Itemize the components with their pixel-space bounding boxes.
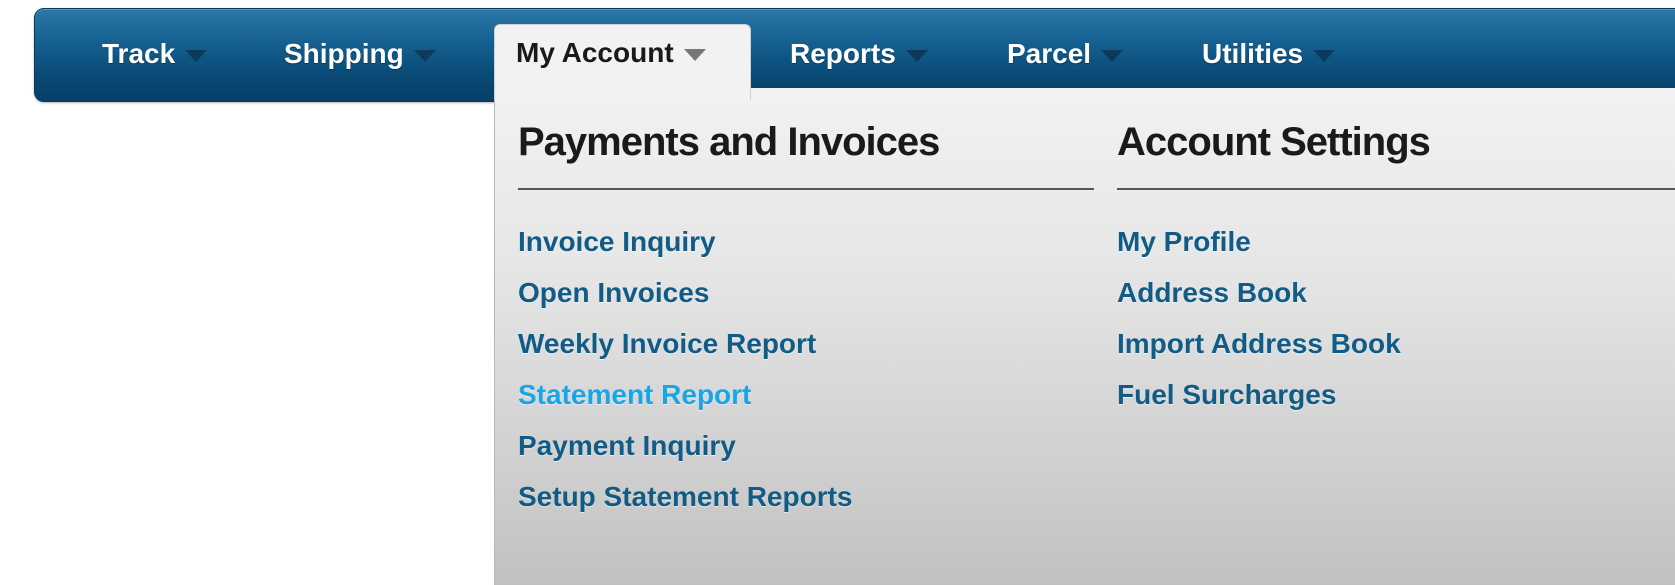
- column-heading: Payments and Invoices: [518, 120, 940, 164]
- column-divider: [1117, 188, 1675, 190]
- nav-item-utilities[interactable]: Utilities: [1202, 8, 1336, 100]
- list-item: Address Book: [1117, 275, 1675, 326]
- open-invoices-link[interactable]: Open Invoices: [518, 277, 709, 308]
- nav-item-label: Parcel: [1007, 38, 1092, 69]
- caret-down-icon: [1101, 50, 1124, 62]
- column-divider: [518, 188, 1094, 190]
- my-account-dropdown-menu: Payments and Invoices Invoice Inquiry Op…: [494, 88, 1675, 585]
- address-book-link[interactable]: Address Book: [1117, 277, 1307, 308]
- caret-down-icon: [413, 50, 436, 62]
- list-item: Fuel Surcharges: [1117, 377, 1675, 428]
- page: Track Shipping My Account Reports Parcel…: [0, 0, 1675, 585]
- invoice-inquiry-link[interactable]: Invoice Inquiry: [518, 226, 716, 257]
- nav-item-label: Track: [102, 38, 176, 69]
- setup-statement-reports-link[interactable]: Setup Statement Reports: [518, 481, 853, 512]
- list-item: Import Address Book: [1117, 326, 1675, 377]
- nav-item-label: Reports: [790, 38, 896, 69]
- my-profile-link[interactable]: My Profile: [1117, 226, 1251, 257]
- list-item: Setup Statement Reports: [518, 479, 1094, 530]
- import-address-book-link[interactable]: Import Address Book: [1117, 328, 1401, 359]
- caret-down-icon: [905, 50, 928, 62]
- caret-down-icon: [185, 50, 208, 62]
- payment-inquiry-link[interactable]: Payment Inquiry: [518, 430, 736, 461]
- list-item: Open Invoices: [518, 275, 1094, 326]
- weekly-invoice-report-link[interactable]: Weekly Invoice Report: [518, 328, 816, 359]
- nav-item-label: My Account: [516, 37, 674, 68]
- list-item: Payment Inquiry: [518, 428, 1094, 479]
- caret-down-icon: [1313, 50, 1336, 62]
- payments-invoices-links: Invoice Inquiry Open Invoices Weekly Inv…: [518, 224, 1094, 530]
- list-item: Weekly Invoice Report: [518, 326, 1094, 377]
- nav-item-label: Shipping: [284, 38, 404, 69]
- list-item: Invoice Inquiry: [518, 224, 1094, 275]
- account-settings-links: My Profile Address Book Import Address B…: [1117, 224, 1675, 428]
- payments-invoices-column: Payments and Invoices Invoice Inquiry Op…: [518, 118, 1094, 530]
- nav-item-label: Utilities: [1202, 38, 1304, 69]
- statement-report-link[interactable]: Statement Report: [518, 379, 751, 410]
- list-item: My Profile: [1117, 224, 1675, 275]
- caret-down-icon: [683, 49, 706, 61]
- nav-item-my-account[interactable]: My Account: [494, 24, 751, 100]
- nav-item-track[interactable]: Track: [102, 8, 208, 100]
- list-item: Statement Report: [518, 377, 1094, 428]
- nav-item-shipping[interactable]: Shipping: [284, 8, 436, 100]
- account-settings-column: Account Settings My Profile Address Book…: [1117, 118, 1675, 428]
- nav-item-parcel[interactable]: Parcel: [1007, 8, 1124, 100]
- column-heading: Account Settings: [1117, 120, 1431, 164]
- nav-item-reports[interactable]: Reports: [790, 8, 928, 100]
- fuel-surcharges-link[interactable]: Fuel Surcharges: [1117, 379, 1336, 410]
